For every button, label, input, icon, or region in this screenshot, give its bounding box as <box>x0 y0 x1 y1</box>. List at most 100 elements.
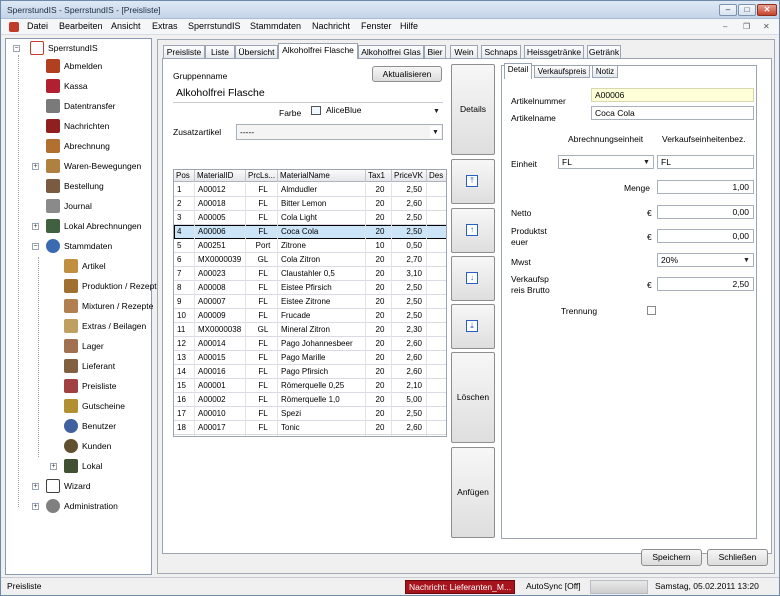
tree-node-kassa[interactable]: Kassa <box>8 77 148 95</box>
tab-liste[interactable]: Liste <box>205 45 235 58</box>
expand-icon[interactable]: + <box>32 223 39 230</box>
table-row[interactable]: 14 A00016 FL Pago Pfirsich 20 2,60 <box>174 365 446 379</box>
table-row[interactable]: 15 A00001 FL Römerquelle 0,25 20 2,10 <box>174 379 446 393</box>
net-input[interactable]: 0,00 <box>657 205 754 219</box>
mdi-minimize-icon[interactable]: – <box>723 22 727 31</box>
article-number-input[interactable]: A00006 <box>591 88 754 102</box>
table-row[interactable]: 5 A00251 Port Zitrone 10 0,50 <box>174 239 446 253</box>
tree-node-lokal[interactable]: + Lokal <box>8 457 148 475</box>
add-button[interactable]: Anfügen <box>451 447 495 538</box>
mdi-close-icon[interactable]: ✕ <box>763 22 770 31</box>
minimize-button[interactable]: – <box>719 4 737 16</box>
menu-nachricht[interactable]: Nachricht <box>312 21 350 31</box>
col-header-materialname[interactable]: MaterialName <box>278 170 366 182</box>
article-grid[interactable]: Pos MaterialID PrcLs... MaterialName Tax… <box>173 169 447 437</box>
tree-node-bestellung[interactable]: Bestellung <box>8 177 148 195</box>
tree-node-artikel[interactable]: Artikel <box>8 257 148 275</box>
product-tax-input[interactable]: 0,00 <box>657 229 754 243</box>
move-down-button[interactable]: ↓ <box>451 256 495 301</box>
close-button[interactable]: Schließen <box>707 549 768 566</box>
expand-icon[interactable]: + <box>50 463 57 470</box>
tree-node-abmelden[interactable]: Abmelden <box>8 57 148 75</box>
tree-node-lokal-abrechnungen[interactable]: + Lokal Abrechnungen <box>8 217 148 235</box>
table-row[interactable]: 8 A00008 FL Eistee Pfirsich 20 2,50 <box>174 281 446 295</box>
tab-verkaufspreis[interactable]: Verkaufspreis <box>534 65 590 78</box>
table-row[interactable]: 18 A00017 FL Tonic 20 2,60 <box>174 421 446 435</box>
col-header-tax1[interactable]: Tax1 <box>366 170 392 182</box>
refresh-button[interactable]: Aktualisieren <box>372 66 442 82</box>
tree-node-preisliste[interactable]: Preisliste <box>8 377 148 395</box>
color-select[interactable]: AliceBlue ▼ <box>309 105 443 118</box>
tree-node-root[interactable]: − SperrstundIS <box>8 39 148 57</box>
tree-node-administration[interactable]: + Administration <box>8 497 148 515</box>
table-row[interactable]: 11 MX0000038 GL Mineral Zitron 20 2,30 <box>174 323 446 337</box>
col-header-materialid[interactable]: MaterialID <box>195 170 246 182</box>
tree-node-stammdaten[interactable]: − Stammdaten <box>8 237 148 255</box>
table-row[interactable]: 12 A00014 FL Pago Johannesbeer 20 2,60 <box>174 337 446 351</box>
tree-node-lieferant[interactable]: Lieferant <box>8 357 148 375</box>
sales-unit-input[interactable]: FL <box>657 155 754 169</box>
tree-node-abrechnung[interactable]: Abrechnung <box>8 137 148 155</box>
tree-node-journal[interactable]: Journal <box>8 197 148 215</box>
table-row[interactable]: 7 A00023 FL Claustahler 0,5 20 3,10 <box>174 267 446 281</box>
table-row[interactable]: 1 A00012 FL Almdudler 20 2,50 <box>174 183 446 197</box>
col-header-pos[interactable]: Pos <box>174 170 195 182</box>
tab-uebersicht[interactable]: Übersicht <box>235 45 278 58</box>
table-row[interactable]: 13 A00015 FL Pago Marille 20 2,60 <box>174 351 446 365</box>
tree-node-extras[interactable]: Extras / Beilagen <box>8 317 148 335</box>
vat-select[interactable]: 20% ▼ <box>657 253 754 267</box>
details-button[interactable]: Details <box>451 64 495 155</box>
menu-stammdaten[interactable]: Stammdaten <box>250 21 301 31</box>
table-row[interactable]: 9 A00007 FL Eistee Zitrone 20 2,50 <box>174 295 446 309</box>
tab-notiz[interactable]: Notiz <box>592 65 618 78</box>
article-name-input[interactable]: Coca Cola <box>591 106 754 120</box>
col-header-des[interactable]: Des <box>427 170 446 182</box>
table-row[interactable]: 16 A00002 FL Römerquelle 1,0 20 5,00 <box>174 393 446 407</box>
tab-schnaps[interactable]: Schnaps <box>481 45 521 58</box>
tab-alkoholfrei-flasche[interactable]: Alkoholfrei Flasche <box>278 43 358 59</box>
menu-ansicht[interactable]: Ansicht <box>111 21 141 31</box>
tab-detail[interactable]: Detail <box>504 63 532 79</box>
tree-node-datentransfer[interactable]: Datentransfer <box>8 97 148 115</box>
mdi-restore-icon[interactable]: ❐ <box>743 22 750 31</box>
table-row[interactable]: 10 A00009 FL Frucade 20 2,50 <box>174 309 446 323</box>
menu-datei[interactable]: Datei <box>27 21 48 31</box>
menu-fenster[interactable]: Fenster <box>361 21 392 31</box>
menu-bearbeiten[interactable]: Bearbeiten <box>59 21 103 31</box>
message-notification[interactable]: Nachricht: Lieferanten_M... <box>405 580 515 594</box>
close-window-button[interactable]: ✕ <box>757 4 777 16</box>
tree-node-wizard[interactable]: + Wizard <box>8 477 148 495</box>
maximize-button[interactable]: □ <box>738 4 756 16</box>
unit-select[interactable]: FL ▼ <box>558 155 654 169</box>
table-row[interactable]: 3 A00005 FL Cola Light 20 2,50 <box>174 211 446 225</box>
col-header-prcls[interactable]: PrcLs... <box>246 170 278 182</box>
move-up-button[interactable]: ↑ <box>451 208 495 253</box>
tree-node-gutscheine[interactable]: Gutscheine <box>8 397 148 415</box>
menu-extras[interactable]: Extras <box>152 21 178 31</box>
table-row[interactable]: 6 MX0000039 GL Cola Zitron 20 2,70 <box>174 253 446 267</box>
collapse-icon[interactable]: − <box>32 243 39 250</box>
col-header-pricevk[interactable]: PriceVK <box>392 170 427 182</box>
expand-icon[interactable]: + <box>32 503 39 510</box>
tree-node-lager[interactable]: Lager <box>8 337 148 355</box>
tree-node-mixturen[interactable]: Mixturen / Rezepte <box>8 297 153 315</box>
tab-heissgetraenke[interactable]: Heissgetränke <box>524 45 584 58</box>
tab-getraenk[interactable]: Getränk <box>587 45 621 58</box>
table-row[interactable]: 17 A00010 FL Spezi 20 2,50 <box>174 407 446 421</box>
app-menu-icon[interactable] <box>9 22 19 32</box>
separation-checkbox[interactable] <box>647 306 656 315</box>
expand-icon[interactable]: + <box>32 483 39 490</box>
expand-icon[interactable]: + <box>32 163 39 170</box>
tab-alkoholfrei-glas[interactable]: Alkoholfrei Glas <box>358 45 424 58</box>
move-top-button[interactable]: ⤒ <box>451 159 495 204</box>
delete-button[interactable]: Löschen <box>451 352 495 443</box>
tab-preisliste[interactable]: Preisliste <box>163 45 205 58</box>
extra-article-select[interactable]: ----- ▼ <box>236 124 443 140</box>
menu-hilfe[interactable]: Hilfe <box>400 21 418 31</box>
tree-node-benutzer[interactable]: Benutzer <box>8 417 148 435</box>
table-row[interactable]: 19A00003FLVöslauer ohne 0,25202,10 <box>174 435 446 436</box>
tree-node-produktion[interactable]: Produktion / Rezept <box>8 277 157 295</box>
tab-bier[interactable]: Bier <box>424 45 446 58</box>
move-bottom-button[interactable]: ⤓ <box>451 304 495 349</box>
tab-wein[interactable]: Wein <box>450 45 478 58</box>
